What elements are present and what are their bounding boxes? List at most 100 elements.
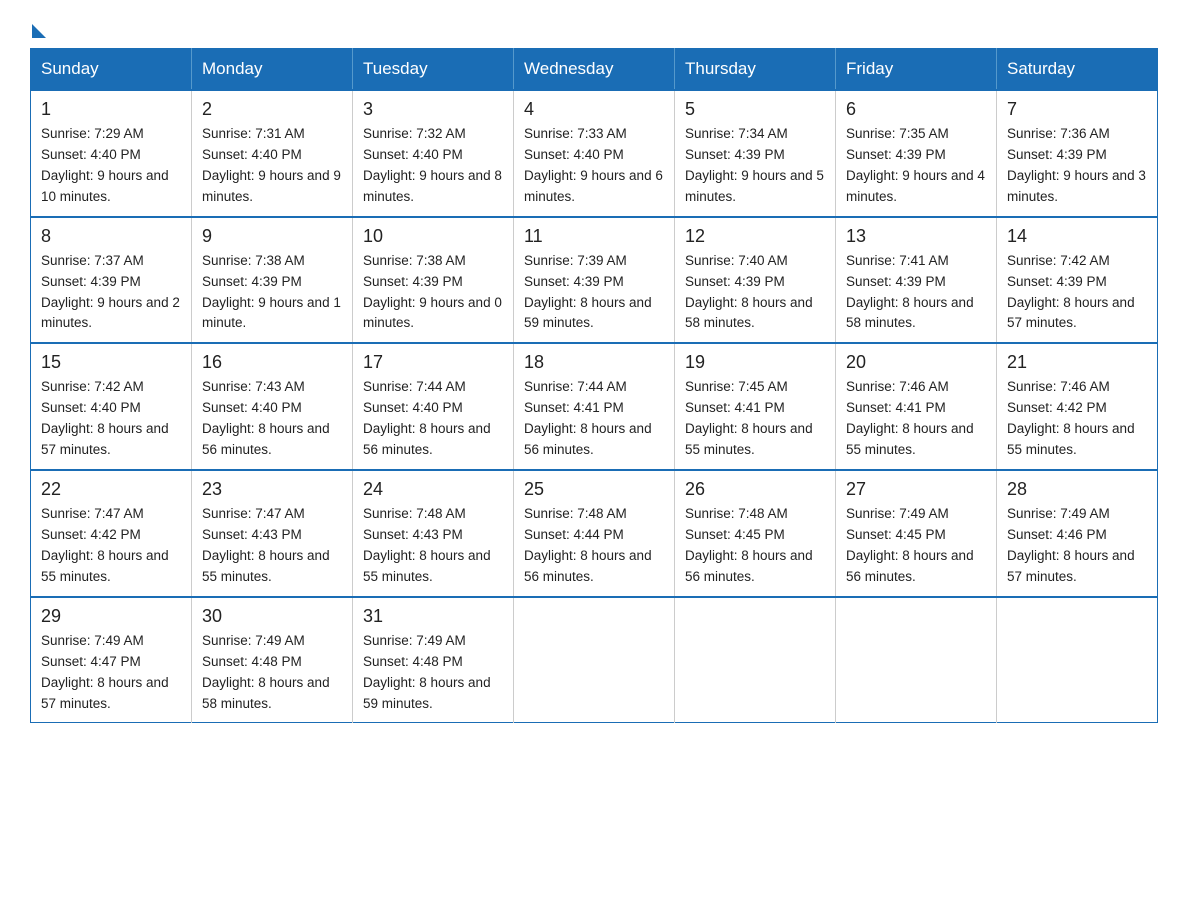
day-info: Sunrise: 7:48 AMSunset: 4:43 PMDaylight:…	[363, 506, 491, 584]
day-number: 27	[846, 479, 986, 500]
page-header	[30, 20, 1158, 38]
day-number: 12	[685, 226, 825, 247]
day-number: 24	[363, 479, 503, 500]
calendar-cell: 1 Sunrise: 7:29 AMSunset: 4:40 PMDaylight…	[31, 90, 192, 217]
day-info: Sunrise: 7:49 AMSunset: 4:47 PMDaylight:…	[41, 633, 169, 711]
col-header-wednesday: Wednesday	[514, 49, 675, 91]
day-info: Sunrise: 7:32 AMSunset: 4:40 PMDaylight:…	[363, 126, 502, 204]
calendar-week-row: 1 Sunrise: 7:29 AMSunset: 4:40 PMDaylight…	[31, 90, 1158, 217]
day-number: 2	[202, 99, 342, 120]
day-info: Sunrise: 7:44 AMSunset: 4:41 PMDaylight:…	[524, 379, 652, 457]
calendar-cell: 2 Sunrise: 7:31 AMSunset: 4:40 PMDaylight…	[192, 90, 353, 217]
day-info: Sunrise: 7:36 AMSunset: 4:39 PMDaylight:…	[1007, 126, 1146, 204]
day-number: 31	[363, 606, 503, 627]
day-info: Sunrise: 7:49 AMSunset: 4:48 PMDaylight:…	[202, 633, 330, 711]
col-header-saturday: Saturday	[997, 49, 1158, 91]
calendar-cell: 29 Sunrise: 7:49 AMSunset: 4:47 PMDayligh…	[31, 597, 192, 723]
calendar-week-row: 22 Sunrise: 7:47 AMSunset: 4:42 PMDayligh…	[31, 470, 1158, 597]
calendar-cell: 9 Sunrise: 7:38 AMSunset: 4:39 PMDaylight…	[192, 217, 353, 344]
calendar-cell: 30 Sunrise: 7:49 AMSunset: 4:48 PMDayligh…	[192, 597, 353, 723]
day-info: Sunrise: 7:46 AMSunset: 4:42 PMDaylight:…	[1007, 379, 1135, 457]
calendar-table: SundayMondayTuesdayWednesdayThursdayFrid…	[30, 48, 1158, 723]
calendar-cell: 17 Sunrise: 7:44 AMSunset: 4:40 PMDayligh…	[353, 343, 514, 470]
calendar-cell: 21Sunrise: 7:46 AMSunset: 4:42 PMDayligh…	[997, 343, 1158, 470]
day-info: Sunrise: 7:46 AMSunset: 4:41 PMDaylight:…	[846, 379, 974, 457]
col-header-monday: Monday	[192, 49, 353, 91]
calendar-cell: 5 Sunrise: 7:34 AMSunset: 4:39 PMDaylight…	[675, 90, 836, 217]
calendar-cell	[997, 597, 1158, 723]
day-number: 16	[202, 352, 342, 373]
calendar-cell	[514, 597, 675, 723]
day-info: Sunrise: 7:29 AMSunset: 4:40 PMDaylight:…	[41, 126, 169, 204]
day-info: Sunrise: 7:35 AMSunset: 4:39 PMDaylight:…	[846, 126, 985, 204]
day-info: Sunrise: 7:49 AMSunset: 4:48 PMDaylight:…	[363, 633, 491, 711]
day-number: 26	[685, 479, 825, 500]
col-header-friday: Friday	[836, 49, 997, 91]
day-number: 29	[41, 606, 181, 627]
day-number: 13	[846, 226, 986, 247]
calendar-cell: 14 Sunrise: 7:42 AMSunset: 4:39 PMDayligh…	[997, 217, 1158, 344]
logo	[30, 20, 46, 38]
day-number: 25	[524, 479, 664, 500]
day-info: Sunrise: 7:45 AMSunset: 4:41 PMDaylight:…	[685, 379, 813, 457]
calendar-cell: 26 Sunrise: 7:48 AMSunset: 4:45 PMDayligh…	[675, 470, 836, 597]
day-number: 22	[41, 479, 181, 500]
calendar-cell: 20 Sunrise: 7:46 AMSunset: 4:41 PMDayligh…	[836, 343, 997, 470]
day-number: 28	[1007, 479, 1147, 500]
day-info: Sunrise: 7:40 AMSunset: 4:39 PMDaylight:…	[685, 253, 813, 331]
day-number: 6	[846, 99, 986, 120]
calendar-cell: 22 Sunrise: 7:47 AMSunset: 4:42 PMDayligh…	[31, 470, 192, 597]
day-number: 1	[41, 99, 181, 120]
calendar-header-row: SundayMondayTuesdayWednesdayThursdayFrid…	[31, 49, 1158, 91]
day-number: 19	[685, 352, 825, 373]
calendar-cell: 27Sunrise: 7:49 AMSunset: 4:45 PMDayligh…	[836, 470, 997, 597]
day-number: 8	[41, 226, 181, 247]
day-number: 18	[524, 352, 664, 373]
day-info: Sunrise: 7:48 AMSunset: 4:44 PMDaylight:…	[524, 506, 652, 584]
calendar-week-row: 15Sunrise: 7:42 AMSunset: 4:40 PMDayligh…	[31, 343, 1158, 470]
day-number: 3	[363, 99, 503, 120]
day-info: Sunrise: 7:31 AMSunset: 4:40 PMDaylight:…	[202, 126, 341, 204]
calendar-cell: 8 Sunrise: 7:37 AMSunset: 4:39 PMDaylight…	[31, 217, 192, 344]
calendar-cell	[675, 597, 836, 723]
calendar-cell: 31 Sunrise: 7:49 AMSunset: 4:48 PMDayligh…	[353, 597, 514, 723]
day-number: 4	[524, 99, 664, 120]
day-info: Sunrise: 7:44 AMSunset: 4:40 PMDaylight:…	[363, 379, 491, 457]
logo-arrow-icon	[32, 24, 46, 38]
day-number: 5	[685, 99, 825, 120]
col-header-tuesday: Tuesday	[353, 49, 514, 91]
day-info: Sunrise: 7:38 AMSunset: 4:39 PMDaylight:…	[363, 253, 502, 331]
calendar-cell: 12 Sunrise: 7:40 AMSunset: 4:39 PMDayligh…	[675, 217, 836, 344]
day-number: 7	[1007, 99, 1147, 120]
day-number: 9	[202, 226, 342, 247]
calendar-cell: 15Sunrise: 7:42 AMSunset: 4:40 PMDayligh…	[31, 343, 192, 470]
day-number: 11	[524, 226, 664, 247]
day-info: Sunrise: 7:37 AMSunset: 4:39 PMDaylight:…	[41, 253, 180, 331]
day-info: Sunrise: 7:48 AMSunset: 4:45 PMDaylight:…	[685, 506, 813, 584]
day-info: Sunrise: 7:42 AMSunset: 4:39 PMDaylight:…	[1007, 253, 1135, 331]
calendar-week-row: 8 Sunrise: 7:37 AMSunset: 4:39 PMDaylight…	[31, 217, 1158, 344]
day-number: 20	[846, 352, 986, 373]
day-info: Sunrise: 7:39 AMSunset: 4:39 PMDaylight:…	[524, 253, 652, 331]
day-info: Sunrise: 7:42 AMSunset: 4:40 PMDaylight:…	[41, 379, 169, 457]
day-info: Sunrise: 7:43 AMSunset: 4:40 PMDaylight:…	[202, 379, 330, 457]
day-number: 14	[1007, 226, 1147, 247]
calendar-week-row: 29 Sunrise: 7:49 AMSunset: 4:47 PMDayligh…	[31, 597, 1158, 723]
day-number: 17	[363, 352, 503, 373]
calendar-cell: 25 Sunrise: 7:48 AMSunset: 4:44 PMDayligh…	[514, 470, 675, 597]
day-number: 23	[202, 479, 342, 500]
day-info: Sunrise: 7:41 AMSunset: 4:39 PMDaylight:…	[846, 253, 974, 331]
calendar-cell: 24 Sunrise: 7:48 AMSunset: 4:43 PMDayligh…	[353, 470, 514, 597]
calendar-cell: 4 Sunrise: 7:33 AMSunset: 4:40 PMDaylight…	[514, 90, 675, 217]
calendar-cell: 23 Sunrise: 7:47 AMSunset: 4:43 PMDayligh…	[192, 470, 353, 597]
day-info: Sunrise: 7:34 AMSunset: 4:39 PMDaylight:…	[685, 126, 824, 204]
calendar-cell: 11 Sunrise: 7:39 AMSunset: 4:39 PMDayligh…	[514, 217, 675, 344]
day-info: Sunrise: 7:38 AMSunset: 4:39 PMDaylight:…	[202, 253, 341, 331]
calendar-cell: 13 Sunrise: 7:41 AMSunset: 4:39 PMDayligh…	[836, 217, 997, 344]
day-number: 30	[202, 606, 342, 627]
day-info: Sunrise: 7:47 AMSunset: 4:43 PMDaylight:…	[202, 506, 330, 584]
day-info: Sunrise: 7:47 AMSunset: 4:42 PMDaylight:…	[41, 506, 169, 584]
calendar-cell: 18 Sunrise: 7:44 AMSunset: 4:41 PMDayligh…	[514, 343, 675, 470]
day-info: Sunrise: 7:33 AMSunset: 4:40 PMDaylight:…	[524, 126, 663, 204]
calendar-cell: 6 Sunrise: 7:35 AMSunset: 4:39 PMDaylight…	[836, 90, 997, 217]
